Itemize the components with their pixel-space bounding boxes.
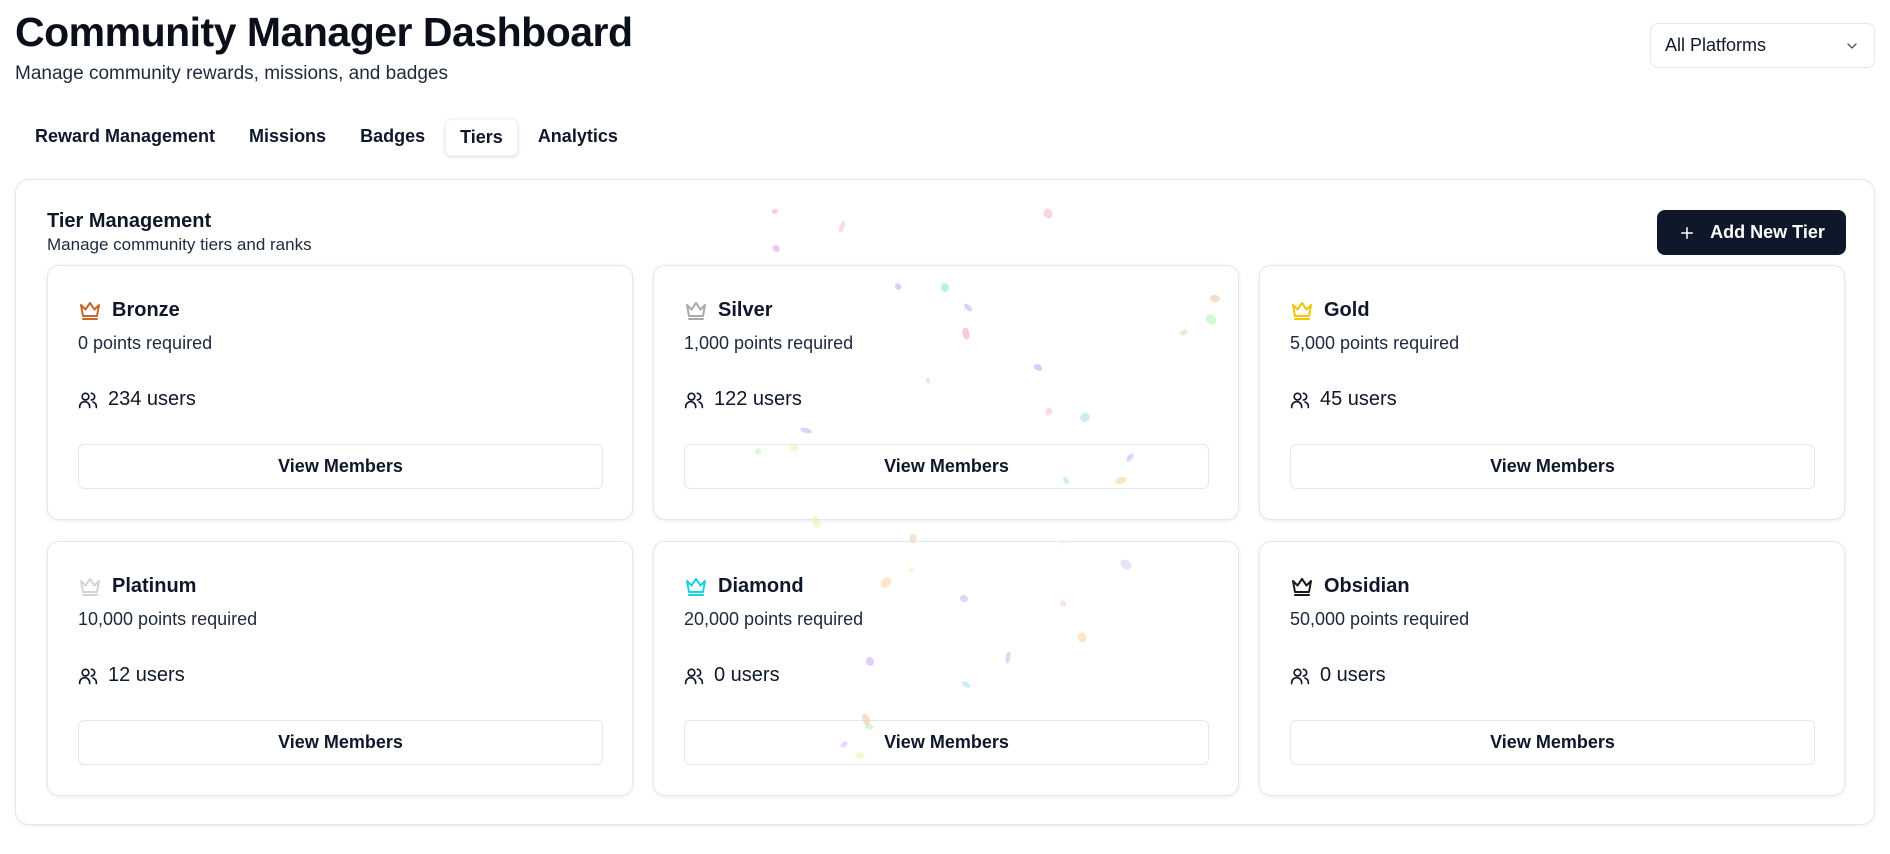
tier-name: Diamond <box>718 574 804 597</box>
tier-points-required: 50,000 points required <box>1290 609 1470 629</box>
crown-icon <box>684 574 708 598</box>
page-subtitle: Manage community rewards, missions, and … <box>15 63 448 84</box>
platform-select-value: All Platforms <box>1665 35 1767 55</box>
tier-points-required: 10,000 points required <box>78 609 258 629</box>
tier-grid: Bronze 0 points required 234 users View … <box>47 265 1846 796</box>
platform-select[interactable]: All Platforms <box>1650 23 1875 68</box>
tier-points-required: 5,000 points required <box>1290 333 1460 353</box>
crown-icon <box>1290 574 1314 598</box>
plus-icon <box>1681 226 1694 239</box>
tier-points-required: 20,000 points required <box>684 609 864 629</box>
tier-user-count: 0 users <box>684 664 780 687</box>
tier-card-silver: Silver 1,000 points required 122 users V… <box>653 265 1239 520</box>
tab-list: Reward Management Missions Badges Tiers … <box>21 119 632 156</box>
add-new-tier-label: Add New Tier <box>1710 222 1825 242</box>
tier-card-obsidian: Obsidian 50,000 points required 0 users … <box>1259 541 1845 796</box>
chevron-down-icon <box>1847 42 1857 49</box>
tier-name: Obsidian <box>1324 574 1410 597</box>
users-icon <box>684 392 704 408</box>
tier-management-panel: Tier Management Manage community tiers a… <box>15 179 1875 825</box>
add-new-tier-button[interactable]: Add New Tier <box>1657 210 1846 255</box>
tier-users-label: 0 users <box>1320 664 1386 686</box>
tier-name: Bronze <box>112 298 180 321</box>
users-icon <box>1290 668 1310 684</box>
tier-users-label: 122 users <box>714 388 802 410</box>
tier-card-gold: Gold 5,000 points required 45 users View… <box>1259 265 1845 520</box>
view-members-button[interactable]: View Members <box>684 444 1209 489</box>
tier-user-count: 45 users <box>1290 388 1397 411</box>
panel-description: Manage community tiers and ranks <box>47 235 312 254</box>
tier-user-count: 234 users <box>78 388 196 411</box>
crown-icon <box>78 574 102 598</box>
crown-icon <box>684 298 708 322</box>
page-title: Community Manager Dashboard <box>15 9 633 55</box>
view-members-button[interactable]: View Members <box>78 720 603 765</box>
tab-analytics[interactable]: Analytics <box>524 119 632 156</box>
tier-card-header: Gold <box>1290 298 1370 322</box>
view-members-button[interactable]: View Members <box>1290 720 1815 765</box>
tier-user-count: 0 users <box>1290 664 1386 687</box>
users-icon <box>78 392 98 408</box>
tab-reward-management[interactable]: Reward Management <box>21 119 229 156</box>
panel-title: Tier Management <box>47 210 212 232</box>
tier-points-required: 0 points required <box>78 333 213 353</box>
tier-card-diamond: Diamond 20,000 points required 0 users V… <box>653 541 1239 796</box>
tab-missions[interactable]: Missions <box>235 119 340 156</box>
tier-card-header: Obsidian <box>1290 574 1410 598</box>
tier-card-header: Diamond <box>684 574 804 598</box>
tab-badges[interactable]: Badges <box>346 119 439 156</box>
users-icon <box>684 668 704 684</box>
page-header: Community Manager Dashboard Manage commu… <box>15 8 633 85</box>
view-members-button[interactable]: View Members <box>1290 444 1815 489</box>
tier-card-bronze: Bronze 0 points required 234 users View … <box>47 265 633 520</box>
tier-points-required: 1,000 points required <box>684 333 854 353</box>
tier-name: Silver <box>718 298 773 321</box>
view-members-button[interactable]: View Members <box>684 720 1209 765</box>
crown-icon <box>78 298 102 322</box>
tier-user-count: 122 users <box>684 388 802 411</box>
tier-card-header: Platinum <box>78 574 196 598</box>
tier-user-count: 12 users <box>78 664 185 687</box>
tab-tiers[interactable]: Tiers <box>445 119 518 156</box>
tier-users-label: 0 users <box>714 664 780 686</box>
tier-users-label: 45 users <box>1320 388 1397 410</box>
tier-name: Platinum <box>112 574 197 597</box>
tier-users-label: 234 users <box>108 388 196 410</box>
tier-card-header: Silver <box>684 298 772 322</box>
view-members-button[interactable]: View Members <box>78 444 603 489</box>
crown-icon <box>1290 298 1314 322</box>
users-icon <box>1290 392 1310 408</box>
tier-name: Gold <box>1324 298 1370 321</box>
users-icon <box>78 668 98 684</box>
tier-card-platinum: Platinum 10,000 points required 12 users… <box>47 541 633 796</box>
tier-card-header: Bronze <box>78 298 180 322</box>
tier-users-label: 12 users <box>108 664 185 686</box>
